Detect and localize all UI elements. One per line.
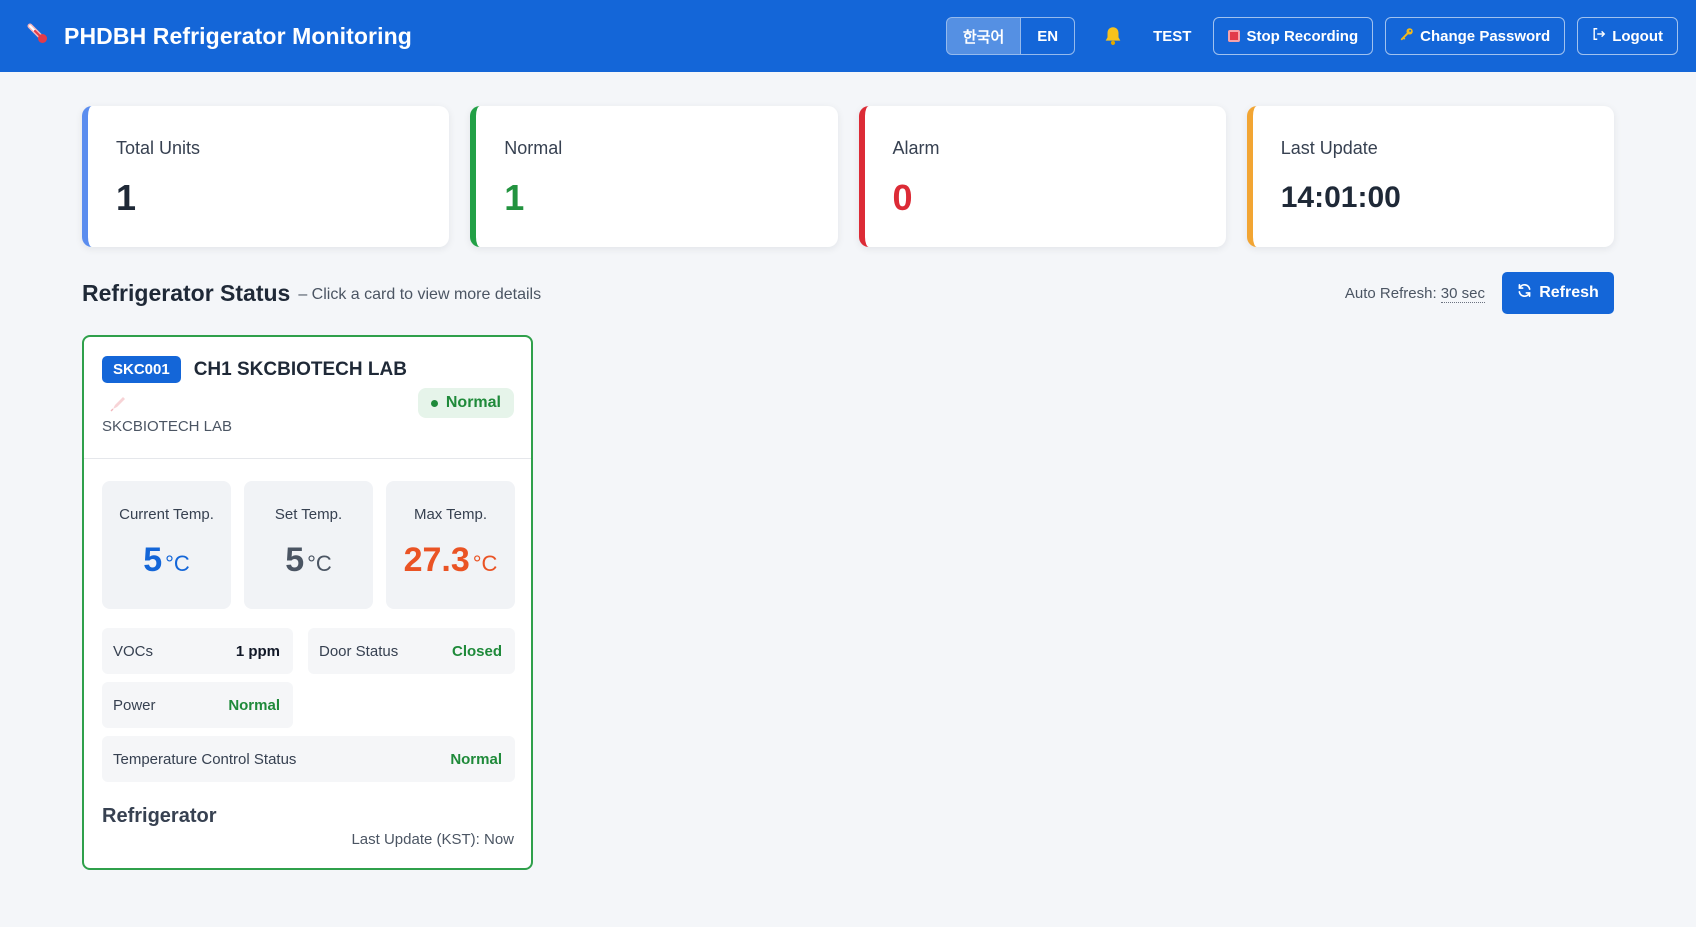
- set-temp-box: Set Temp. 5 °C: [244, 481, 373, 609]
- set-temp-label: Set Temp.: [274, 506, 343, 523]
- set-temp-number: 5: [285, 541, 305, 579]
- max-temp-number: 27.3: [403, 541, 470, 579]
- stop-recording-button[interactable]: Stop Recording: [1213, 17, 1374, 55]
- normal-card: Normal 1: [470, 106, 838, 247]
- language-switcher: 한국어 EN: [945, 17, 1076, 55]
- record-icon: [1228, 30, 1241, 42]
- alarm-card: Alarm 0: [858, 106, 1226, 247]
- top-navbar: PHDBH Refrigerator Monitoring 한국어 EN TES…: [0, 0, 1696, 72]
- alarm-value: 0: [892, 177, 913, 218]
- logout-icon: [1592, 27, 1606, 45]
- temperature-control-label: Temperature Control Status: [113, 750, 297, 768]
- status-dot-icon: [430, 399, 438, 407]
- power-label: Power: [113, 696, 156, 714]
- summary-cards: Total Units 1 Normal 1 Alarm 0 Last Upda…: [82, 106, 1614, 247]
- unit-name: CH1 SKCBIOTECH LAB: [193, 358, 407, 380]
- normal-label: Normal: [504, 138, 563, 158]
- normal-value: 1: [504, 177, 525, 218]
- vocs-label: VOCs: [113, 642, 154, 660]
- auto-refresh-prefix: Auto Refresh:: [1344, 284, 1441, 302]
- bell-icon[interactable]: [1101, 24, 1125, 48]
- change-password-button[interactable]: Change Password: [1385, 17, 1566, 55]
- total-units-value: 1: [116, 177, 137, 218]
- current-temp-unit: °C: [165, 551, 190, 576]
- app-title: PHDBH Refrigerator Monitoring: [64, 22, 412, 49]
- lang-english-button[interactable]: EN: [1020, 18, 1074, 54]
- unit-code-badge: SKC001: [102, 356, 181, 383]
- logout-label: Logout: [1612, 27, 1663, 45]
- power-value: Normal: [228, 696, 280, 714]
- brand: PHDBH Refrigerator Monitoring: [24, 21, 412, 52]
- auto-refresh-text: Auto Refresh: 30 sec: [1344, 284, 1485, 303]
- unit-type: Refrigerator: [102, 805, 217, 827]
- key-icon: [1400, 27, 1414, 45]
- max-temp-box: Max Temp. 27.3 °C: [386, 481, 515, 609]
- auto-refresh-interval[interactable]: 30 sec: [1440, 284, 1485, 303]
- card-last-update: Last Update (KST): Now: [351, 831, 514, 848]
- last-update-value: 14:01:00: [1280, 181, 1401, 214]
- section-header: Refrigerator Status – Click a card to vi…: [82, 272, 1614, 314]
- user-name: TEST: [1153, 27, 1192, 45]
- current-temp-number: 5: [143, 541, 163, 579]
- thermometer-icon: [24, 21, 50, 52]
- current-temp-value: 5 °C: [102, 541, 231, 580]
- total-units-card: Total Units 1: [82, 106, 450, 247]
- stop-recording-label: Stop Recording: [1246, 27, 1359, 45]
- vocs-value: 1 ppm: [235, 642, 280, 660]
- total-units-label: Total Units: [116, 138, 201, 158]
- power-row: Power Normal: [102, 682, 293, 728]
- max-temp-unit: °C: [472, 551, 498, 576]
- logout-button[interactable]: Logout: [1577, 17, 1678, 55]
- status-badge: Normal: [417, 388, 514, 418]
- max-temp-value: 27.3 °C: [386, 541, 515, 580]
- refresh-button[interactable]: Refresh: [1502, 272, 1614, 314]
- set-temp-value: 5 °C: [244, 541, 373, 580]
- refresh-icon: [1517, 283, 1532, 303]
- current-temp-label: Current Temp.: [119, 506, 214, 523]
- lang-korean-button[interactable]: 한국어: [946, 18, 1021, 54]
- door-status-value: Closed: [451, 642, 502, 660]
- last-update-label: Last Update: [1280, 138, 1378, 158]
- section-subtitle: – Click a card to view more details: [298, 285, 542, 303]
- status-badge-label: Normal: [445, 394, 501, 411]
- temperature-control-value: Normal: [450, 750, 502, 768]
- temperature-panel: Current Temp. 5 °C Set Temp. 5 °C Max Temp…: [102, 481, 515, 609]
- refresh-label: Refresh: [1539, 284, 1599, 301]
- change-password-label: Change Password: [1420, 27, 1551, 45]
- last-update-card: Last Update 14:01:00: [1246, 106, 1614, 247]
- temperature-control-row: Temperature Control Status Normal: [102, 736, 515, 782]
- refrigerator-card-header: SKC001 CH1 SKCBIOTECH LAB SKCBIOTECH LAB…: [84, 337, 531, 459]
- current-temp-box: Current Temp. 5 °C: [102, 481, 231, 609]
- section-title: Refrigerator Status: [82, 279, 291, 306]
- refrigerator-card[interactable]: SKC001 CH1 SKCBIOTECH LAB SKCBIOTECH LAB…: [82, 335, 533, 870]
- max-temp-label: Max Temp.: [413, 506, 488, 523]
- alarm-label: Alarm: [892, 138, 940, 158]
- vocs-row: VOCs 1 ppm: [102, 628, 293, 674]
- door-status-label: Door Status: [319, 642, 399, 660]
- pin-icon: [109, 395, 127, 413]
- door-status-row: Door Status Closed: [308, 628, 515, 674]
- set-temp-unit: °C: [307, 551, 332, 576]
- unit-location: SKCBIOTECH LAB: [102, 418, 233, 435]
